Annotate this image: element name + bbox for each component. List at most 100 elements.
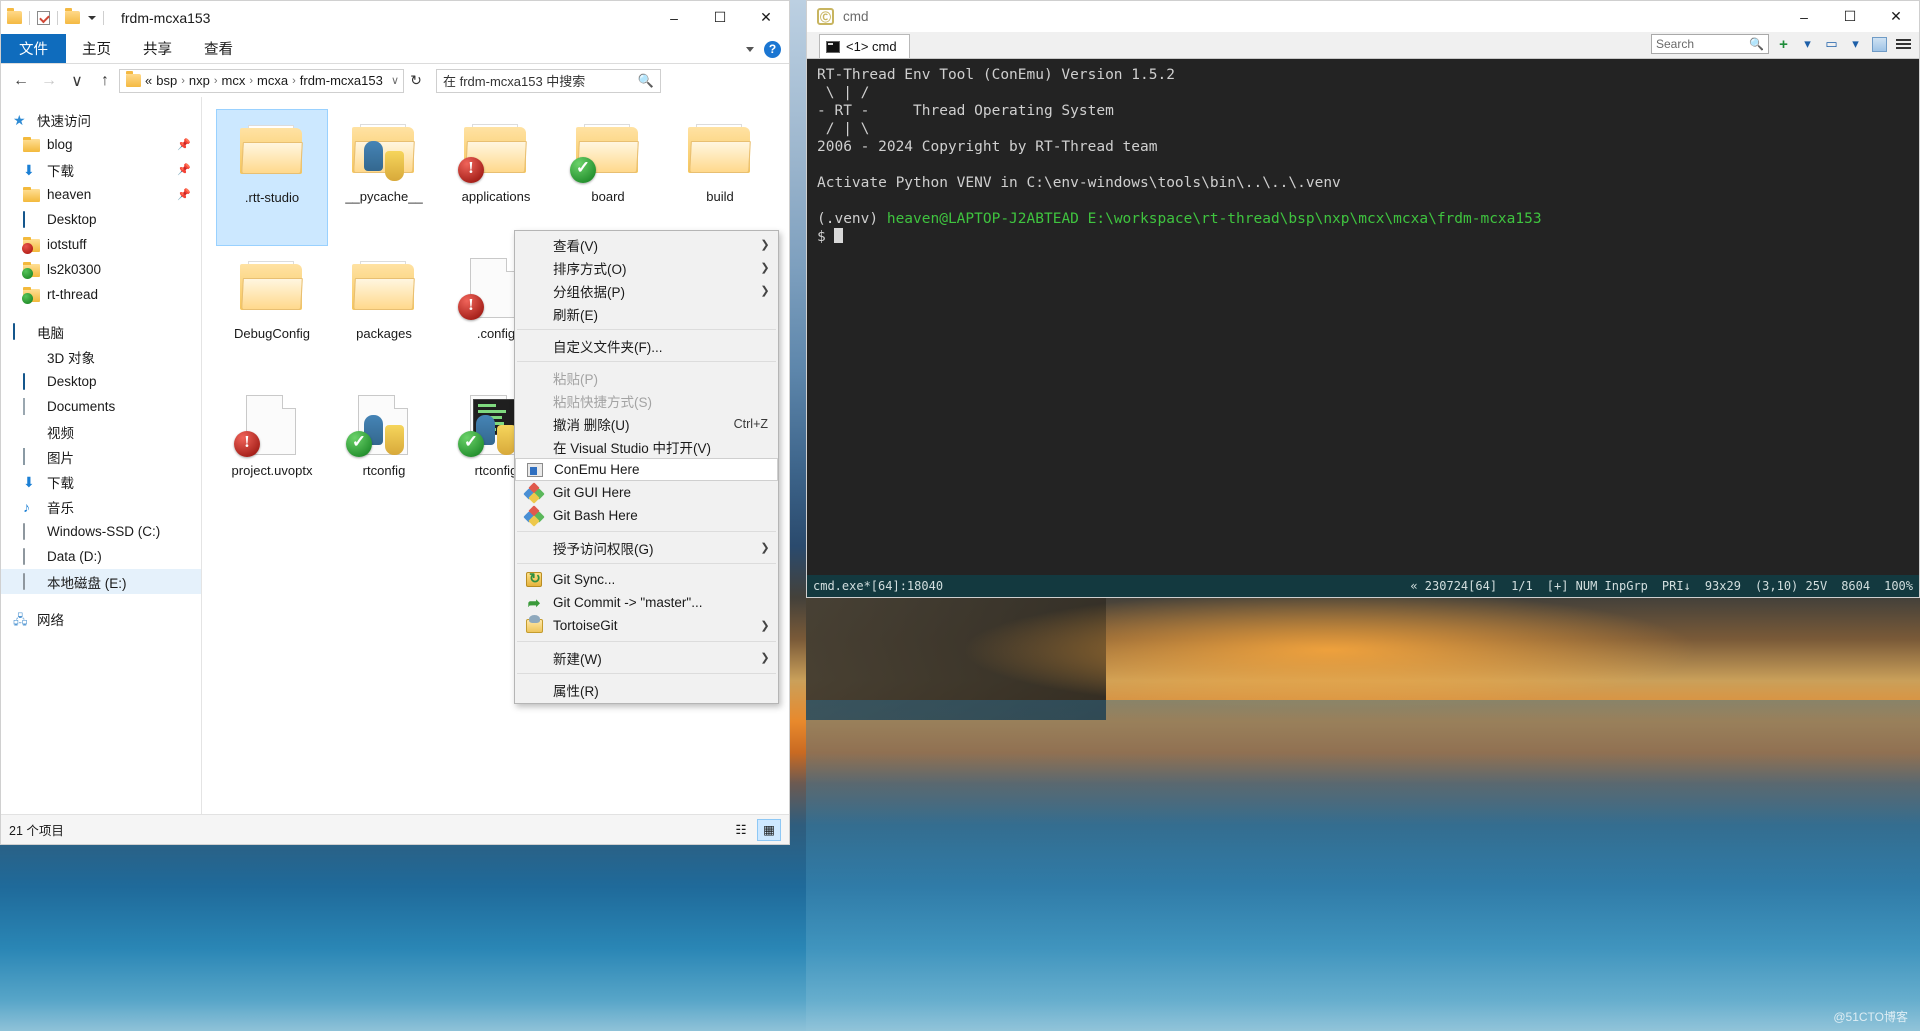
window-button[interactable]: ▭ <box>1822 34 1841 54</box>
explorer-maximize-button[interactable]: ☐ <box>697 1 743 34</box>
help-icon[interactable]: ? <box>764 40 781 58</box>
breadcrumb-item-mcx[interactable]: mcx <box>222 73 246 88</box>
up-button[interactable]: ↑ <box>91 67 119 95</box>
menu-item-customize-folder[interactable]: 自定义文件夹(F)... <box>515 334 778 357</box>
sidebar-item-desktop[interactable]: Desktop <box>1 207 201 232</box>
search-icon[interactable]: 🔍 <box>638 73 654 89</box>
menu-item-properties[interactable]: 属性(R) <box>515 678 778 701</box>
sidebar-item-local-disk-e[interactable]: 本地磁盘 (E:) <box>1 569 201 594</box>
explorer-close-button[interactable]: ✕ <box>743 1 789 34</box>
conemu-window-controls[interactable]: – ☐ ✕ <box>1781 1 1919 32</box>
search-input[interactable]: 在 frdm-mcxa153 中搜索 🔍 <box>436 68 661 93</box>
conemu-terminal[interactable]: RT-Thread Env Tool (ConEmu) Version 1.5.… <box>807 59 1919 575</box>
menu-item-conemu-here[interactable]: ConEmu Here <box>515 458 778 481</box>
menu-item-git-bash-here[interactable]: Git Bash Here <box>515 504 778 527</box>
pin-icon[interactable]: 📌 <box>177 138 191 151</box>
menu-item-group-by[interactable]: 分组依据(P) ❯ <box>515 279 778 302</box>
sidebar-item-rt-thread[interactable]: rt-thread <box>1 282 201 307</box>
explorer-titlebar[interactable]: frdm-mcxa153 – ☐ ✕ <box>1 1 789 34</box>
folder-context-menu[interactable]: 查看(V) ❯ 排序方式(O) ❯ 分组依据(P) ❯ 刷新(E) 自定义文件夹(F)… <box>514 230 779 704</box>
conemu-toolbar[interactable]: Search 🔍 + ▾ ▭ ▾ <box>1651 34 1913 54</box>
explorer-ribbon-tabs[interactable]: 文件 主页 共享 查看 ? <box>1 34 789 64</box>
sidebar-item-blog[interactable]: blog 📌 <box>1 132 201 157</box>
sidebar-item-videos[interactable]: 视频 <box>1 419 201 444</box>
conemu-tabbar[interactable]: <1> cmd Search 🔍 + ▾ ▭ ▾ <box>807 32 1919 59</box>
breadcrumb-item-bsp[interactable]: bsp <box>156 73 177 88</box>
search-icon[interactable]: 🔍 <box>1749 37 1764 51</box>
file-tile[interactable]: .rtt-studio <box>216 109 328 246</box>
sidebar-item-computer[interactable]: 电脑 <box>1 319 201 344</box>
file-tile[interactable]: __pycache__ <box>328 109 440 246</box>
menu-item-refresh[interactable]: 刷新(E) <box>515 302 778 325</box>
chevron-down-icon[interactable] <box>88 15 96 20</box>
ribbon-expand-icon[interactable] <box>746 46 754 52</box>
breadcrumb-dropdown-icon[interactable]: ∨ <box>391 74 399 87</box>
pin-icon[interactable]: 📌 <box>177 163 191 176</box>
conemu-menu-button[interactable] <box>1894 34 1913 54</box>
menu-item-grant-access[interactable]: 授予访问权限(G) ❯ <box>515 536 778 559</box>
menu-item-git-gui-here[interactable]: Git GUI Here <box>515 481 778 504</box>
recent-locations-button[interactable]: ∨ <box>63 67 91 95</box>
split-pane-button[interactable] <box>1870 34 1889 54</box>
menu-item-new[interactable]: 新建(W) ❯ <box>515 646 778 669</box>
breadcrumb-item-nxp[interactable]: nxp <box>189 73 210 88</box>
menu-item-git-sync[interactable]: Git Sync... <box>515 568 778 591</box>
back-button[interactable]: ← <box>7 67 35 95</box>
conemu-close-button[interactable]: ✕ <box>1873 1 1919 32</box>
view-toggle-group[interactable]: ☷ ▦ <box>729 818 781 841</box>
explorer-window-controls[interactable]: – ☐ ✕ <box>651 1 789 34</box>
file-tile[interactable]: packages <box>328 246 440 383</box>
file-tile[interactable]: rtconfig <box>328 383 440 520</box>
conemu-titlebar[interactable]: Ⓒ cmd – ☐ ✕ <box>807 1 1919 32</box>
sidebar-item-3d-objects[interactable]: 3D 对象 <box>1 344 201 369</box>
refresh-button[interactable]: ↻ <box>404 69 428 93</box>
conemu-search-input[interactable]: Search <box>1656 37 1694 51</box>
sidebar-item-pictures[interactable]: 图片 <box>1 444 201 469</box>
file-tile[interactable]: build <box>664 109 776 246</box>
sidebar-item-quick-access[interactable]: ★ 快速访问 <box>1 107 201 132</box>
new-console-button[interactable]: + <box>1774 34 1793 54</box>
new-folder-icon[interactable] <box>65 8 80 24</box>
menu-item-undo-delete[interactable]: 撤消 删除(U) Ctrl+Z <box>515 412 778 435</box>
breadcrumb-prefix[interactable]: « <box>145 73 152 88</box>
sidebar-item-downloads[interactable]: ⬇ 下载 📌 <box>1 157 201 182</box>
file-tile[interactable]: project.uvoptx <box>216 383 328 520</box>
large-icons-view-button[interactable]: ▦ <box>757 818 781 841</box>
sidebar-item-heaven[interactable]: heaven 📌 <box>1 182 201 207</box>
conemu-minimize-button[interactable]: – <box>1781 1 1827 32</box>
sidebar-item-windows-ssd-c[interactable]: Windows-SSD (C:) <box>1 519 201 544</box>
window-caret-icon[interactable]: ▾ <box>1846 34 1865 54</box>
sidebar-item-network[interactable]: 🖧 网络 <box>1 606 201 631</box>
properties-icon[interactable] <box>37 10 50 25</box>
sidebar-item-ls2k0300[interactable]: ls2k0300 <box>1 257 201 282</box>
quick-access-toolbar[interactable] <box>1 8 111 25</box>
ribbon-tab-view[interactable]: 查看 <box>188 34 249 63</box>
menu-item-git-commit[interactable]: ➦ Git Commit -> "master"... <box>515 591 778 614</box>
pin-icon[interactable]: 📌 <box>177 188 191 201</box>
ribbon-tab-home[interactable]: 主页 <box>66 34 127 63</box>
file-tile[interactable]: board <box>552 109 664 246</box>
breadcrumb-item-mcxa[interactable]: mcxa <box>257 73 288 88</box>
details-view-button[interactable]: ☷ <box>729 819 753 841</box>
terminal-input-line[interactable]: $ <box>817 228 1909 246</box>
sidebar-item-data-d[interactable]: Data (D:) <box>1 544 201 569</box>
sidebar-item-downloads-2[interactable]: ⬇ 下载 <box>1 469 201 494</box>
ribbon-tab-file[interactable]: 文件 <box>1 34 66 63</box>
ribbon-right-controls[interactable]: ? <box>746 34 781 64</box>
sidebar-item-iotstuff[interactable]: iotstuff <box>1 232 201 257</box>
menu-item-tortoisegit[interactable]: TortoiseGit ❯ <box>515 614 778 637</box>
folder-icon[interactable] <box>7 8 22 24</box>
explorer-address-bar[interactable]: ← → ∨ ↑ « bsp › nxp › mcx › mcxa › frdm-… <box>1 64 789 97</box>
menu-item-view[interactable]: 查看(V) ❯ <box>515 233 778 256</box>
explorer-navigation-pane[interactable]: ★ 快速访问 blog 📌 ⬇ 下载 📌 heaven 📌 Desktop io… <box>1 97 202 814</box>
conemu-maximize-button[interactable]: ☐ <box>1827 1 1873 32</box>
conemu-tab-cmd[interactable]: <1> cmd <box>819 34 910 58</box>
menu-item-sort-by[interactable]: 排序方式(O) ❯ <box>515 256 778 279</box>
ribbon-tab-share[interactable]: 共享 <box>127 34 188 63</box>
explorer-minimize-button[interactable]: – <box>651 1 697 34</box>
conemu-window[interactable]: Ⓒ cmd – ☐ ✕ <1> cmd Search 🔍 + ▾ ▭ ▾ RT-… <box>806 0 1920 598</box>
sidebar-item-music[interactable]: ♪ 音乐 <box>1 494 201 519</box>
new-console-caret-icon[interactable]: ▾ <box>1798 34 1817 54</box>
file-tile[interactable]: DebugConfig <box>216 246 328 383</box>
sidebar-item-desktop-2[interactable]: Desktop <box>1 369 201 394</box>
